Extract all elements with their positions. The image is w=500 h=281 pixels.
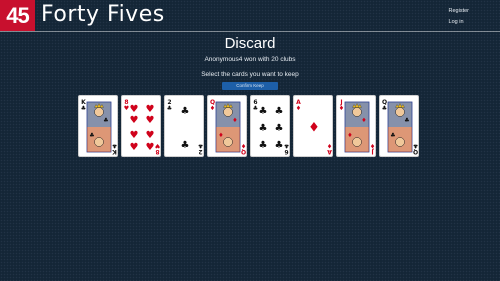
card-pip-icon: ♥ (130, 115, 139, 126)
card-corner-suit-icon: ♥ (124, 105, 129, 112)
account-nav: Register Log in (449, 6, 469, 28)
face-card-portrait (395, 137, 405, 147)
bid-status-text: Anonymous4 won with 20 clubs (204, 56, 296, 63)
card-corner-bottom: 2♣ (198, 142, 203, 155)
card-face: 8♥8♥♥ ♥♥ ♥♥ ♥♥ ♥ (124, 99, 160, 155)
card-corner-bottom: 8♥ (155, 142, 160, 155)
page-title: Discard (224, 35, 276, 52)
card-corner-suit-icon: ♦ (296, 105, 301, 112)
card-pip-icon: ♣ (259, 106, 268, 117)
card-corner-suit-icon: ♣ (284, 142, 289, 149)
card-face: K♣K♣♣♣ (81, 99, 117, 155)
card-pip-icon: ♣ (181, 140, 190, 151)
card-corner-suit-icon: ♦ (327, 142, 332, 149)
ace-center-suit-icon: ♦ (308, 121, 320, 136)
card-face: J♦J♦♦♦ (339, 99, 375, 155)
card-corner-suit-icon: ♥ (155, 142, 160, 149)
card-pip-icon: ♣ (181, 106, 190, 117)
player-hand: K ♣ K ♣ ♣ ♣ 8 ♥ 8 ♥ ♥ ♥ ♥ ♥ ♥ ♥ ♥ ♥ 2 ♣ 2 ♣ ♣ ♣ Q ♦ Q ♦ ♦ ♦ 6 ♣ 6 ♣ ♣ ♣ ♣ ♣ ♣ ♣… (0, 95, 500, 159)
card-pip-icon: ♥ (146, 115, 155, 126)
brand-name[interactable]: Forty Fives (41, 2, 165, 27)
card-pip-icon: ♥ (146, 142, 155, 153)
card-corner-bottom: Q♦ (241, 142, 246, 155)
card-corner-suit-icon: ♣ (198, 142, 203, 149)
face-card-portrait (352, 137, 362, 147)
card-corner-bottom: 6♣ (284, 142, 289, 155)
face-card-suit-icon: ♦ (218, 132, 223, 139)
face-card-portrait (223, 107, 233, 117)
face-card-suit-icon: ♣ (103, 117, 108, 124)
card-corner-suit-icon: ♣ (81, 105, 86, 112)
card-pip-icon: ♥ (130, 130, 139, 141)
card-corner-bottom: A♦ (327, 142, 332, 155)
playing-card-j-of-diamonds[interactable]: J ♦ J ♦ ♦ ♦ (336, 95, 376, 157)
card-pip-icon: ♥ (130, 142, 139, 153)
card-face: Q♦Q♦♦♦ (210, 99, 246, 155)
face-card-portrait (223, 137, 233, 147)
face-card-suit-icon: ♣ (404, 117, 409, 124)
card-corner-suit-icon: ♦ (241, 142, 246, 149)
instruction-text: Select the cards you want to keep (201, 71, 299, 78)
face-card-suit-icon: ♦ (361, 117, 366, 124)
face-card-portrait (94, 107, 104, 117)
card-pip-icon: ♥ (146, 104, 155, 115)
card-pip-icon: ♣ (275, 140, 284, 151)
card-corner-suit-icon: ♣ (382, 105, 387, 112)
playing-card-q-of-clubs[interactable]: Q ♣ Q ♣ ♣ ♣ (379, 95, 419, 157)
card-corner-suit-icon: ♦ (370, 142, 375, 149)
face-card-suit-icon: ♣ (89, 132, 94, 139)
card-pip-icon: ♣ (275, 106, 284, 117)
face-card-suit-icon: ♣ (390, 132, 395, 139)
card-corner-bottom: Q♣ (413, 142, 418, 155)
face-card-portrait (94, 137, 104, 147)
card-corner-suit-icon: ♣ (253, 105, 258, 112)
card-pip-icon: ♥ (130, 104, 139, 115)
card-corner-suit-icon: ♣ (167, 105, 172, 112)
card-face: A♦A♦♦ (296, 99, 332, 155)
card-pip-icon: ♥ (146, 130, 155, 141)
playing-card-k-of-clubs[interactable]: K ♣ K ♣ ♣ ♣ (78, 95, 118, 157)
logo-number: 45 (6, 2, 30, 28)
card-corner-suit-icon: ♦ (210, 105, 215, 112)
playing-card-q-of-diamonds[interactable]: Q ♦ Q ♦ ♦ ♦ (207, 95, 247, 157)
top-navbar: 45 Forty Fives Register Log in (0, 0, 500, 32)
face-card-suit-icon: ♦ (347, 132, 352, 139)
logo-badge[interactable]: 45 (0, 0, 35, 31)
card-pip-icon: ♣ (259, 140, 268, 151)
register-link[interactable]: Register (449, 6, 469, 17)
card-corner-bottom: K♣ (112, 142, 117, 155)
card-corner-suit-icon: ♦ (339, 105, 344, 112)
face-card-portrait (395, 107, 405, 117)
card-face: 2♣2♣♣♣ (167, 99, 203, 155)
face-card-suit-icon: ♦ (232, 117, 237, 124)
card-pip-icon: ♣ (259, 123, 268, 134)
confirm-keep-button[interactable]: Confirm Keep (222, 82, 278, 90)
playing-card-2-of-clubs[interactable]: 2 ♣ 2 ♣ ♣ ♣ (164, 95, 204, 157)
playing-card-6-of-clubs[interactable]: 6 ♣ 6 ♣ ♣ ♣ ♣ ♣ ♣ ♣ (250, 95, 290, 157)
card-corner-suit-icon: ♣ (413, 142, 418, 149)
card-face: 6♣6♣♣ ♣♣ ♣♣ ♣ (253, 99, 289, 155)
card-pip-icon: ♣ (275, 123, 284, 134)
login-link[interactable]: Log in (449, 17, 469, 28)
card-corner-suit-icon: ♣ (112, 142, 117, 149)
face-card-portrait (352, 107, 362, 117)
playing-card-8-of-hearts[interactable]: 8 ♥ 8 ♥ ♥ ♥ ♥ ♥ ♥ ♥ ♥ ♥ (121, 95, 161, 157)
card-face: Q♣Q♣♣♣ (382, 99, 418, 155)
card-corner-bottom: J♦ (370, 142, 375, 155)
playing-card-a-of-diamonds[interactable]: A ♦ A ♦ ♦ (293, 95, 333, 157)
